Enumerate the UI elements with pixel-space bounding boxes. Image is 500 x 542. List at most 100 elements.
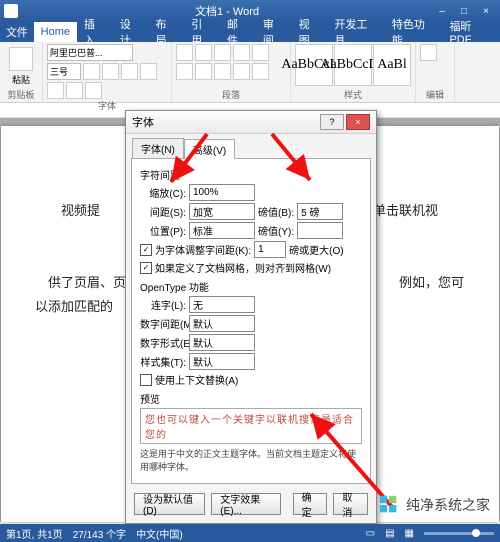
spacing-pt-label: 磅值(B):	[258, 204, 294, 219]
style-nospace[interactable]: AaBbCcDd	[334, 44, 372, 86]
word-icon	[4, 4, 18, 18]
underline-icon[interactable]	[121, 63, 138, 80]
superscript-icon[interactable]	[47, 82, 64, 99]
close-button[interactable]: ×	[476, 4, 496, 18]
tab-review[interactable]: 审阅	[256, 22, 292, 42]
view-read-icon[interactable]: ▤	[385, 528, 394, 539]
bullets-icon[interactable]	[176, 44, 193, 61]
tab-developer[interactable]: 开发工具	[327, 22, 385, 42]
font-color-icon[interactable]	[66, 82, 83, 99]
ligatures-label: 连字(L):	[140, 297, 186, 312]
numbering-icon[interactable]	[195, 44, 212, 61]
watermark-text: 纯净系统之家	[406, 495, 490, 515]
status-bar: 第1页, 共1页 27/143 个字 中文(中国) ▭ ▤ ▦	[0, 524, 500, 542]
ok-button[interactable]: 确定	[293, 493, 328, 515]
group-styles: AaBbCcDd AaBbCcDd AaBl 样式	[291, 42, 416, 102]
shading-icon[interactable]	[252, 63, 269, 80]
spacing-pt-input[interactable]: 5 磅	[297, 203, 343, 220]
snapgrid-label: 如果定义了文档网格，则对齐到网格(W)	[155, 260, 331, 275]
italic-icon[interactable]	[102, 63, 119, 80]
styleset-label: 样式集(T):	[140, 354, 186, 369]
font-dialog: 字体 ? × 字体(N) 高级(V) 字符间距 缩放(C): 100% 间距(S…	[125, 110, 377, 524]
kerning-unit: 磅或更大(O)	[289, 242, 343, 257]
align-right-icon[interactable]	[214, 63, 231, 80]
group-label-edit: 编辑	[420, 88, 450, 102]
kerning-label: 为字体调整字间距(K):	[155, 242, 251, 257]
styleset-select[interactable]: 默认	[189, 353, 255, 370]
ribbon: 粘贴 剪贴板 阿里巴巴普... 三号 字体	[0, 42, 500, 103]
tab-foxitpdf[interactable]: 福昕PDF	[442, 22, 500, 42]
numform-label: 数字形式(E):	[140, 335, 186, 350]
dialog-help-button[interactable]: ?	[320, 114, 344, 130]
indent-inc-icon[interactable]	[252, 44, 269, 61]
font-family-select[interactable]: 阿里巴巴普...	[47, 44, 133, 61]
snapgrid-checkbox[interactable]: ✓	[140, 262, 152, 274]
paste-icon	[9, 47, 33, 71]
bold-icon[interactable]	[83, 63, 100, 80]
group-label-clipboard: 剪贴板	[4, 88, 38, 102]
group-font: 阿里巴巴普... 三号 字体	[43, 42, 172, 102]
zoom-slider[interactable]	[424, 532, 494, 535]
group-paragraph: 段落	[172, 42, 291, 102]
group-edit: 编辑	[416, 42, 455, 102]
app-window: 文档1 - Word – □ × 文件 Home 插入 设计 布局 引用 邮件 …	[0, 0, 500, 542]
tab-references[interactable]: 引用	[184, 22, 220, 42]
dialog-close-button[interactable]: ×	[346, 114, 370, 130]
align-left-icon[interactable]	[176, 63, 193, 80]
position-label: 位置(P):	[140, 223, 186, 238]
cancel-button[interactable]: 取消	[333, 493, 368, 515]
numspacing-select[interactable]: 默认	[189, 315, 255, 332]
tab-design[interactable]: 设计	[113, 22, 149, 42]
status-page[interactable]: 第1页, 共1页	[6, 526, 63, 541]
style-heading1[interactable]: AaBl	[373, 44, 411, 86]
dialog-titlebar: 字体 ? ×	[126, 111, 376, 134]
watermark: 纯净系统之家	[378, 494, 490, 516]
status-words[interactable]: 27/143 个字	[73, 526, 126, 541]
ribbon-tabs: 文件 Home 插入 设计 布局 引用 邮件 审阅 视图 开发工具 特色功能 福…	[0, 22, 500, 42]
status-language[interactable]: 中文(中国)	[136, 526, 183, 541]
group-label-paragraph: 段落	[176, 88, 286, 102]
preview-note: 这是用于中文的正文主题字体。当前文档主题定义将使用哪种字体。	[140, 447, 362, 473]
dialog-title: 字体	[132, 114, 154, 130]
tab-insert[interactable]: 插入	[77, 22, 113, 42]
font-size-select[interactable]: 三号	[47, 63, 81, 80]
position-pt-label: 磅值(Y):	[258, 223, 294, 238]
preview-box: 您也可以键入一个关键字以联机搜索最适合您的	[140, 408, 362, 444]
set-default-button[interactable]: 设为默认值(D)	[134, 493, 205, 515]
numspacing-label: 数字间距(M):	[140, 316, 186, 331]
dialog-buttons: 设为默认值(D) 文字效果(E)... 确定 取消	[126, 489, 376, 523]
view-print-icon[interactable]: ▭	[366, 528, 375, 539]
strike-icon[interactable]	[140, 63, 157, 80]
tab-font-advanced[interactable]: 高级(V)	[184, 139, 235, 159]
text-effects-button[interactable]: 文字效果(E)...	[211, 493, 280, 515]
highlight-icon[interactable]	[85, 82, 102, 99]
tab-home[interactable]: Home	[34, 22, 77, 42]
preview-label: 预览	[140, 391, 362, 406]
group-label-styles: 样式	[295, 88, 411, 102]
section-char-spacing: 字符间距	[140, 167, 362, 182]
position-select[interactable]: 标准	[189, 222, 255, 239]
indent-dec-icon[interactable]	[233, 44, 250, 61]
multilevel-icon[interactable]	[214, 44, 231, 61]
contextual-checkbox[interactable]	[140, 374, 152, 386]
scale-select[interactable]: 100%	[189, 184, 255, 201]
kerning-input[interactable]: 1	[254, 241, 286, 258]
numform-select[interactable]: 默认	[189, 334, 255, 351]
tab-special[interactable]: 特色功能	[385, 22, 443, 42]
paste-button[interactable]: 粘贴	[4, 44, 38, 88]
tab-file[interactable]: 文件	[0, 22, 34, 42]
spacing-select[interactable]: 加宽	[189, 203, 255, 220]
maximize-button[interactable]: □	[454, 4, 474, 18]
tab-view[interactable]: 视图	[292, 22, 328, 42]
tab-font-basic[interactable]: 字体(N)	[132, 138, 184, 158]
find-icon[interactable]	[420, 44, 437, 61]
kerning-checkbox[interactable]: ✓	[140, 244, 152, 256]
watermark-logo-icon	[378, 494, 400, 516]
tab-layout[interactable]: 布局	[149, 22, 185, 42]
position-pt-input[interactable]	[297, 222, 343, 239]
ligatures-select[interactable]: 无	[189, 296, 255, 313]
view-web-icon[interactable]: ▦	[405, 528, 414, 539]
align-center-icon[interactable]	[195, 63, 212, 80]
tab-mailings[interactable]: 邮件	[220, 22, 256, 42]
align-justify-icon[interactable]	[233, 63, 250, 80]
